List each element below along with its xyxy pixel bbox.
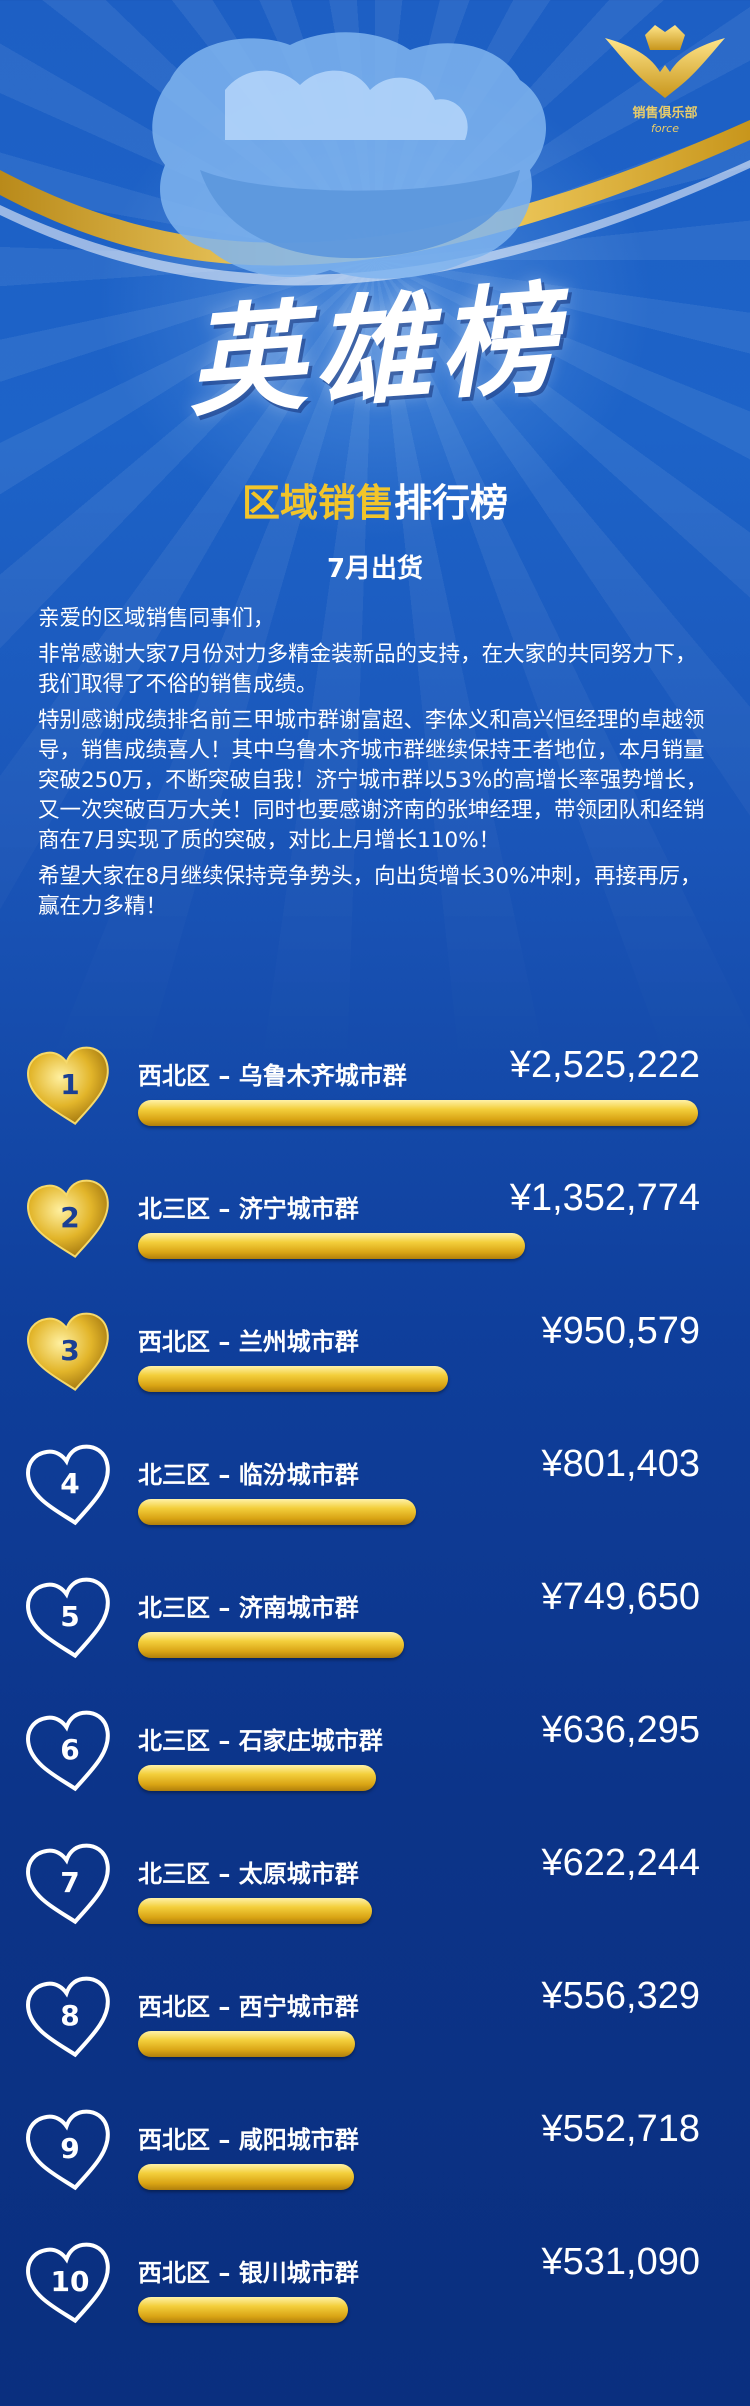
page-subtitle: 区域销售排行榜 xyxy=(0,472,750,527)
region-name: 北三区 – 石家庄城市群 xyxy=(138,1727,383,1755)
sales-amount: ¥531,090 xyxy=(541,2241,701,2283)
ranking-row: 4 北三区 – 临汾城市群 ¥801,403 xyxy=(0,1439,750,1559)
sales-bar xyxy=(138,1100,698,1126)
sales-amount: ¥556,329 xyxy=(541,1975,701,2017)
rank-number: 4 xyxy=(60,1467,80,1500)
region-name: 西北区 – 乌鲁木齐城市群 xyxy=(138,1062,407,1090)
intro-paragraph: 亲爱的区域销售同事们， xyxy=(38,606,275,631)
logo-subtext: force xyxy=(651,122,679,135)
sales-amount: ¥749,650 xyxy=(541,1576,701,1618)
sales-bar xyxy=(138,1366,448,1392)
sales-bar xyxy=(138,2164,354,2190)
logo-name: 销售俱乐部 xyxy=(632,106,698,121)
heart-rank-icon: 6 xyxy=(24,1709,116,1795)
eagle-logo-icon xyxy=(605,25,725,98)
heart-rank-icon: 1 xyxy=(24,1044,116,1130)
sales-amount: ¥622,244 xyxy=(541,1842,701,1884)
rank-number: 8 xyxy=(60,1999,80,2032)
region-name: 北三区 – 济南城市群 xyxy=(138,1594,359,1622)
intro-paragraph: 特别感谢成绩排名前三甲城市群谢富超、李体义和高兴恒经理的卓越领导，销售成绩喜人！… xyxy=(38,708,708,853)
heart-rank-icon: 2 xyxy=(24,1177,116,1263)
region-name: 西北区 – 兰州城市群 xyxy=(138,1328,359,1356)
intro-text: 亲爱的区域销售同事们， 非常感谢大家7月份对力多精金装新品的支持，在大家的共同努… xyxy=(38,604,718,928)
heart-rank-icon: 9 xyxy=(24,2108,116,2194)
ranking-row: 5 北三区 – 济南城市群 ¥749,650 xyxy=(0,1572,750,1692)
region-name: 北三区 – 临汾城市群 xyxy=(138,1461,359,1489)
subtitle-highlight: 区域销售 xyxy=(241,481,394,525)
sales-amount: ¥801,403 xyxy=(541,1443,701,1485)
heart-rank-icon: 4 xyxy=(24,1443,116,1529)
heart-rank-icon: 3 xyxy=(24,1310,116,1396)
sales-bar xyxy=(138,1233,525,1259)
club-logo: 销售俱乐部 force xyxy=(600,20,730,140)
heart-rank-icon: 8 xyxy=(24,1975,116,2061)
rank-number: 9 xyxy=(60,2132,80,2165)
ranking-row: 1 西北区 – 乌鲁木齐城市群 ¥2,525,222 xyxy=(0,1040,750,1160)
sales-amount: ¥2,525,222 xyxy=(509,1044,700,1086)
heart-rank-icon: 7 xyxy=(24,1842,116,1928)
sales-bar xyxy=(138,2297,348,2323)
sales-amount: ¥552,718 xyxy=(541,2108,701,2150)
ranking-row: 8 西北区 – 西宁城市群 ¥556,329 xyxy=(0,1971,750,2091)
month-label: 7月出货 xyxy=(326,554,424,584)
region-name: 北三区 – 济宁城市群 xyxy=(138,1195,359,1223)
region-name: 西北区 – 银川城市群 xyxy=(138,2259,359,2287)
ranking-row: 6 北三区 – 石家庄城市群 ¥636,295 xyxy=(0,1705,750,1825)
intro-paragraph: 非常感谢大家7月份对力多精金装新品的支持，在大家的共同努力下，我们取得了不俗的销… xyxy=(38,642,697,697)
region-name: 西北区 – 西宁城市群 xyxy=(138,1993,359,2021)
rank-number: 5 xyxy=(60,1600,80,1633)
rank-number: 6 xyxy=(60,1733,80,1766)
heart-rank-icon: 10 xyxy=(24,2241,116,2327)
ranking-row: 7 北三区 – 太原城市群 ¥622,244 xyxy=(0,1838,750,1958)
rank-number: 2 xyxy=(60,1201,80,1234)
sales-bar xyxy=(138,1765,376,1791)
ranking-row: 3 西北区 – 兰州城市群 ¥950,579 xyxy=(0,1306,750,1426)
rank-number: 3 xyxy=(60,1334,80,1367)
sales-amount: ¥636,295 xyxy=(541,1709,701,1751)
region-name: 北三区 – 太原城市群 xyxy=(138,1860,359,1888)
sales-bar xyxy=(138,1898,372,1924)
sales-bar xyxy=(138,1632,404,1658)
sales-bar xyxy=(138,2031,355,2057)
region-name: 西北区 – 咸阳城市群 xyxy=(138,2126,359,2154)
ranking-row: 9 西北区 – 咸阳城市群 ¥552,718 xyxy=(0,2104,750,2224)
sales-amount: ¥1,352,774 xyxy=(509,1177,700,1219)
rank-number: 7 xyxy=(60,1866,80,1899)
ranking-row: 2 北三区 – 济宁城市群 ¥1,352,774 xyxy=(0,1173,750,1293)
subtitle-rest: 排行榜 xyxy=(394,481,509,525)
rank-number: 10 xyxy=(50,2265,90,2298)
intro-paragraph: 希望大家在8月继续保持竞争势头，向出货增长30%冲刺，再接再厉，赢在力多精！ xyxy=(38,864,702,919)
heart-rank-icon: 5 xyxy=(24,1576,116,1662)
rank-number: 1 xyxy=(60,1068,80,1101)
sales-bar xyxy=(138,1499,416,1525)
sales-amount: ¥950,579 xyxy=(541,1310,701,1352)
ranking-row: 10 西北区 – 银川城市群 ¥531,090 xyxy=(0,2237,750,2357)
